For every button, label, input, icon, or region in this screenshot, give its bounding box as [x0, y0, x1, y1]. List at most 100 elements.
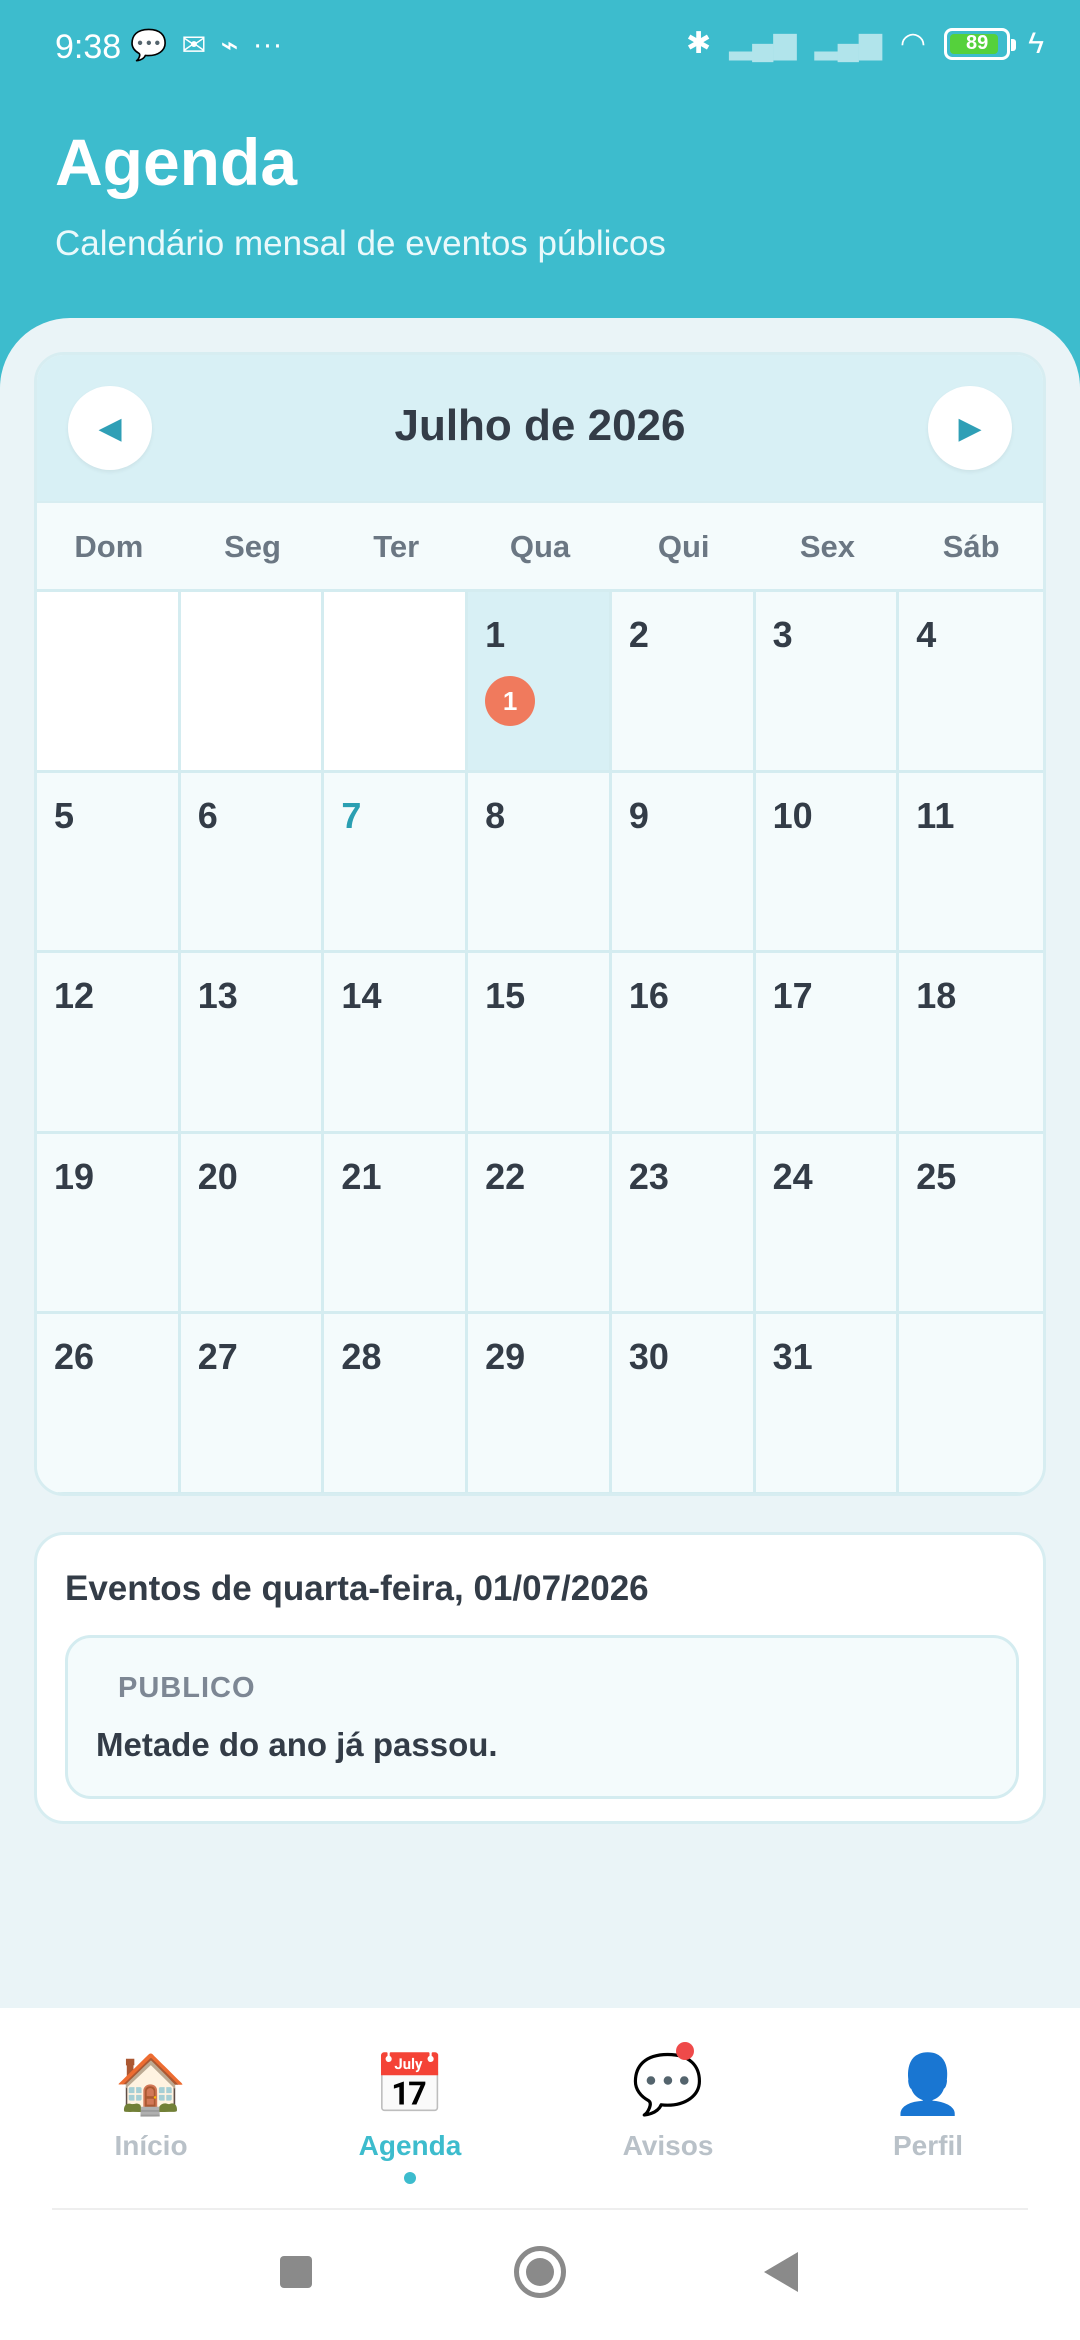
day-number: 30	[628, 1336, 669, 1378]
notification-dot	[676, 2042, 694, 2060]
calendar-day-cell[interactable]: 8	[468, 772, 612, 954]
status-bar: 9:38 💬 ✉ ⌁ ··· ✱ ▂▄▆ ▂▄▆ ◠ 89 ϟ	[0, 0, 1080, 96]
weekday-label: Seg	[224, 529, 281, 564]
calendar-day-cell[interactable]: 10	[755, 772, 900, 954]
weekday-label: Qui	[657, 529, 710, 564]
calendar-empty-cell	[37, 592, 181, 773]
day-number: 1	[485, 614, 506, 655]
calendar-day-cell[interactable]: 4	[899, 592, 1043, 773]
chat-notification-icon: 💬	[130, 29, 168, 62]
event-tag: PUBLICO	[118, 1672, 256, 1704]
calendar-day-cell[interactable]: 6	[180, 772, 325, 954]
day-number: 3	[772, 614, 793, 655]
day-number: 27	[197, 1336, 238, 1378]
battery-level: 89	[965, 32, 989, 54]
day-number: 5	[54, 794, 75, 836]
calendar-day-cell[interactable]: 22	[468, 1133, 612, 1315]
calendar-day-cell[interactable]: 19	[37, 1133, 181, 1315]
day-number: 13	[197, 975, 238, 1017]
calendar-day-cell[interactable]: 25	[899, 1133, 1043, 1315]
weekday-label: Sex	[799, 529, 855, 564]
calendar-icon: 📅	[373, 2052, 447, 2117]
more-notifications-icon: ···	[252, 28, 283, 61]
charging-icon: ϟ	[1028, 26, 1044, 60]
calendar-day-cell[interactable]: 3	[755, 592, 900, 773]
day-number: 11	[916, 794, 955, 836]
nav-label: Perfil	[892, 2130, 964, 2161]
day-number: 25	[916, 1155, 957, 1197]
home-button[interactable]	[514, 2246, 566, 2298]
calendar-day-cell[interactable]: 24	[755, 1133, 900, 1315]
nav-divider	[52, 2208, 1028, 2210]
calendar-day-cell[interactable]: 13	[180, 953, 325, 1134]
calendar-day-cell[interactable]: 11	[899, 772, 1043, 954]
day-number: 28	[341, 1336, 382, 1378]
event-item[interactable]: PUBLICO Metade do ano já passou.	[65, 1635, 1019, 1799]
calendar-day-cell[interactable]: 23	[611, 1133, 756, 1315]
system-navigation-bar	[0, 2230, 1080, 2310]
calendar-day-cell[interactable]: 15	[468, 953, 612, 1134]
calendar-day-cell[interactable]: 26	[37, 1314, 181, 1493]
calendar-card: ◀ Julho de 2026 ▶ Dom Seg Ter Qua Qui Se…	[34, 352, 1046, 1496]
day-number: 8	[485, 794, 506, 836]
day-number: 17	[772, 975, 813, 1017]
calendar-day-cell[interactable]: 21	[324, 1133, 469, 1315]
cell-signal-icon: ▂▄▆	[729, 27, 797, 60]
calendar-header: ◀ Julho de 2026 ▶	[37, 355, 1043, 501]
calendar-day-cell[interactable]: 17	[755, 953, 900, 1134]
weekday-row: Dom Seg Ter Qua Qui Sex Sáb	[37, 501, 1043, 589]
calendar-day-cell[interactable]: 11	[468, 592, 612, 773]
day-number: 31	[772, 1336, 813, 1378]
nav-item-perfil[interactable]: 👤 Perfil	[828, 2048, 1028, 2162]
events-title: Eventos de quarta-feira, 01/07/2026	[65, 1569, 649, 1608]
calendar-empty-cell	[899, 1314, 1043, 1493]
back-button[interactable]	[764, 2252, 798, 2292]
nav-label: Agenda	[358, 2130, 462, 2161]
nav-item-avisos[interactable]: 💬 Avisos	[568, 2042, 768, 2162]
day-number: 18	[916, 975, 957, 1017]
day-number: 7	[341, 794, 362, 836]
day-number: 16	[628, 975, 669, 1017]
calendar-day-cell[interactable]: 14	[324, 953, 469, 1134]
cell-signal-icon-2: ▂▄▆	[814, 27, 882, 60]
calendar-empty-cell	[180, 592, 325, 773]
battery-icon: 89	[944, 27, 1017, 60]
day-number: 23	[628, 1155, 669, 1197]
calendar-day-cell[interactable]: 20	[180, 1133, 325, 1315]
nav-item-inicio[interactable]: 🏠 Início	[51, 2048, 251, 2162]
calendar-grid: 1 1 2 3 4 5 6 7 8 9 10 11 12 13 14 15 16 17 18 19 20 21 22 23 24…	[37, 589, 1043, 1493]
day-number: 24	[772, 1155, 813, 1197]
next-month-button[interactable]: ▶	[928, 386, 1012, 470]
chat-bubble-icon: 💬	[568, 2042, 768, 2122]
calendar-day-cell[interactable]: 9	[611, 772, 756, 954]
calendar-day-cell[interactable]: 7	[324, 772, 469, 954]
day-number: 26	[54, 1336, 95, 1378]
weekday-label: Sáb	[942, 529, 1000, 564]
calendar-day-cell[interactable]: 30	[611, 1314, 756, 1493]
day-number: 29	[485, 1336, 526, 1378]
event-text: Metade do ano já passou.	[96, 1726, 498, 1763]
day-number: 10	[772, 794, 813, 836]
mail-icon: ✉	[181, 29, 207, 62]
page-subtitle: Calendário mensal de eventos públicos	[55, 224, 666, 263]
recents-button[interactable]	[280, 2256, 312, 2288]
calendar-day-cell[interactable]: 5	[37, 772, 181, 954]
day-number: 6	[197, 794, 218, 836]
day-number: 22	[485, 1155, 526, 1197]
nav-label: Início	[114, 2130, 188, 2161]
calendar-day-cell[interactable]: 27	[180, 1314, 325, 1493]
nav-item-agenda[interactable]: 📅 Agenda	[310, 2048, 510, 2184]
calendar-day-cell[interactable]: 12	[37, 953, 181, 1134]
calendar-day-cell[interactable]: 31	[755, 1314, 900, 1493]
calendar-day-cell[interactable]: 29	[468, 1314, 612, 1493]
calendar-day-cell[interactable]: 18	[899, 953, 1043, 1134]
day-number: 12	[54, 975, 95, 1017]
day-number: 4	[916, 614, 937, 655]
calendar-day-cell[interactable]: 16	[611, 953, 756, 1134]
event-count-badge: 1	[485, 676, 536, 726]
weekday-label: Qua	[509, 529, 571, 564]
calendar-day-cell[interactable]: 28	[324, 1314, 469, 1493]
calendar-day-cell[interactable]: 2	[611, 592, 756, 773]
day-number: 20	[197, 1155, 238, 1197]
day-number: 9	[628, 794, 649, 836]
